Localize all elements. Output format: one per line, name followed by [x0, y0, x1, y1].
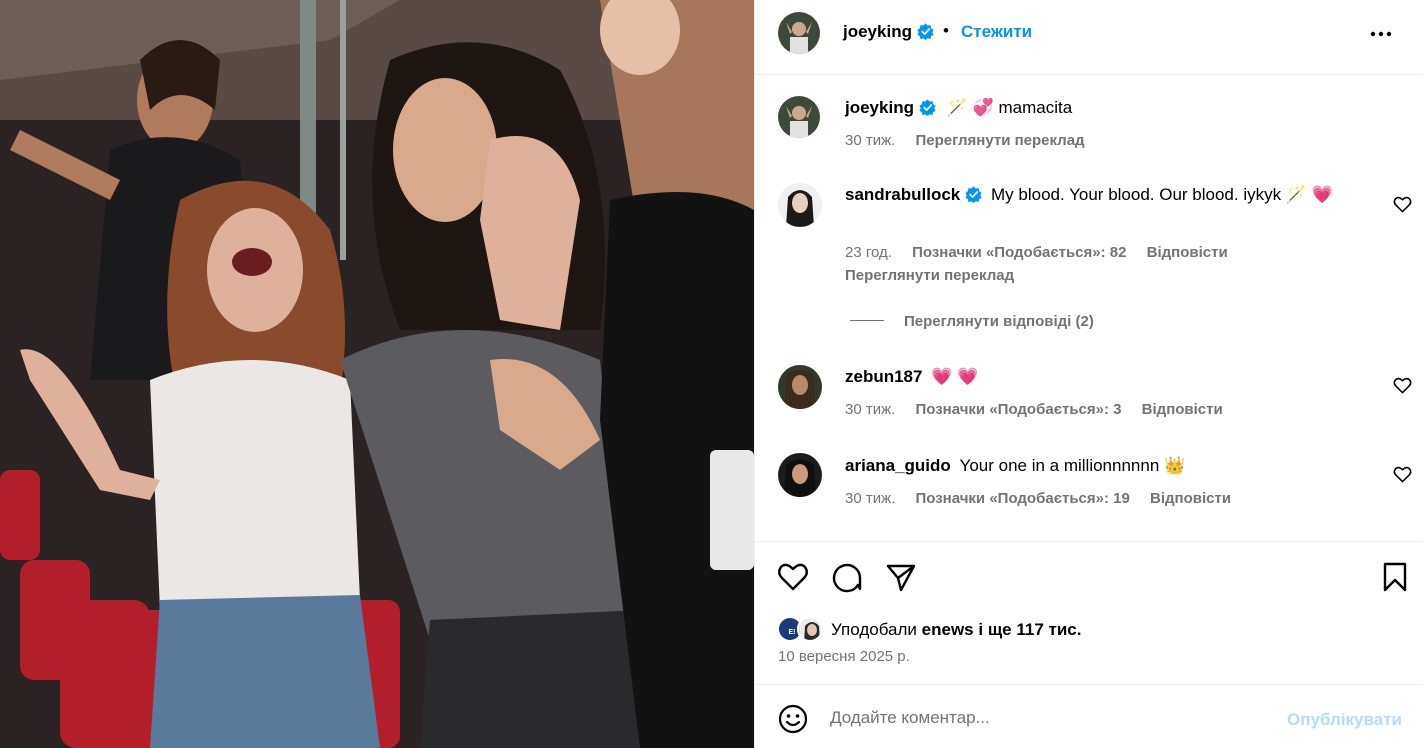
commenter-avatar[interactable] — [778, 453, 822, 497]
post-actions: E! Уподобали enews і ще 117 тис. 10 вере… — [755, 541, 1423, 684]
comment-username[interactable]: sandrabullock — [845, 185, 960, 204]
comment-translate-row: Переглянути переклад — [845, 267, 1030, 284]
verified-badge-icon — [917, 23, 934, 40]
caption-translate-link[interactable]: Переглянути переклад — [915, 132, 1084, 149]
post-date[interactable]: 10 вересня 2025 р. — [778, 648, 910, 665]
comment-username[interactable]: zebun187 — [845, 367, 922, 386]
reply-button[interactable]: Відповісти — [1147, 244, 1228, 261]
author-username: joeyking — [843, 22, 912, 41]
reply-button[interactable]: Відповісти — [1142, 401, 1223, 418]
comment-translate-link[interactable]: Переглянути переклад — [845, 267, 1014, 284]
likes-prefix: Уподобали — [831, 620, 917, 639]
more-options-icon[interactable] — [1369, 22, 1393, 46]
view-replies-label: Переглянути відповіді (2) — [904, 313, 1094, 330]
comment-likes-count[interactable]: Позначки «Подобається»: 82 — [912, 244, 1126, 261]
verified-badge-icon — [965, 186, 982, 203]
author-avatar[interactable] — [778, 96, 820, 138]
caption: joeyking 🪄 💞 mamacita 30 тиж. Переглянут… — [755, 96, 1423, 176]
comment-composer: Опублікувати — [755, 684, 1423, 748]
comment-username[interactable]: ariana_guido — [845, 456, 951, 475]
replies-line — [850, 320, 884, 321]
caption-time: 30 тиж. — [845, 132, 896, 149]
post-details-panel: joeyking • Стежити joeyking 🪄 💞 mamacita… — [754, 0, 1423, 748]
comment-item: ariana_guido Your one in a millionnnnnn … — [755, 453, 1423, 523]
comment-text-line: zebun187 💗 💗 — [845, 365, 1365, 389]
liker-avatar[interactable] — [797, 616, 823, 642]
comment-text: My blood. Your blood. Our blood. iykyk 🪄… — [991, 185, 1333, 204]
follow-button[interactable]: Стежити — [961, 22, 1032, 42]
comment-likes-count[interactable]: Позначки «Подобається»: 19 — [915, 490, 1129, 507]
verified-badge-icon — [919, 99, 936, 116]
likes-text: Уподобали enews і ще 117 тис. — [831, 620, 1081, 640]
comment-text: 💗 💗 — [931, 367, 979, 386]
caption-text-line: joeyking 🪄 💞 mamacita — [845, 96, 1365, 120]
comment-icon[interactable] — [831, 561, 863, 593]
comment-text: Your one in a millionnnnnn 👑 — [959, 456, 1186, 475]
comment-time: 30 тиж. — [845, 401, 896, 418]
commenter-avatar[interactable] — [778, 365, 822, 409]
bookmark-icon[interactable] — [1379, 561, 1411, 593]
caption-text: 🪄 💞 mamacita — [946, 98, 1073, 117]
comment-meta: 30 тиж. Позначки «Подобається»: 3 Відпов… — [845, 401, 1239, 418]
comment-time: 30 тиж. — [845, 490, 896, 507]
view-replies-button[interactable]: Переглянути відповіді (2) — [850, 313, 1094, 330]
post-photo-illustration — [0, 0, 754, 748]
comment-likes-count[interactable]: Позначки «Подобається»: 3 — [915, 401, 1121, 418]
header-separator: • — [943, 21, 949, 40]
comment-like-heart-icon[interactable] — [1393, 195, 1412, 214]
emoji-icon[interactable] — [777, 703, 809, 735]
comment-item: sandrabullock My blood. Your blood. Our … — [755, 183, 1423, 333]
comment-meta: 23 год. Позначки «Подобається»: 82 Відпо… — [845, 244, 1244, 261]
comment-like-heart-icon[interactable] — [1393, 465, 1412, 484]
heart-icon[interactable] — [777, 561, 809, 593]
author-avatar[interactable] — [778, 12, 820, 54]
comment-text-line: sandrabullock My blood. Your blood. Our … — [845, 183, 1365, 207]
comment-like-heart-icon[interactable] — [1393, 376, 1412, 395]
post-photo[interactable] — [0, 0, 754, 748]
share-icon[interactable] — [885, 561, 917, 593]
caption-username[interactable]: joeyking — [845, 98, 914, 117]
likes-user-link[interactable]: enews — [922, 620, 974, 639]
svg-text:E!: E! — [789, 629, 796, 636]
author-username-link[interactable]: joeyking — [843, 22, 934, 42]
commenter-avatar[interactable] — [778, 183, 822, 227]
comment-input[interactable] — [830, 704, 1270, 732]
comment-item: zebun187 💗 💗 30 тиж. Позначки «Подобаєть… — [755, 364, 1423, 434]
comment-time: 23 год. — [845, 244, 892, 261]
comment-text-line: ariana_guido Your one in a millionnnnnn … — [845, 454, 1365, 478]
publish-button[interactable]: Опублікувати — [1287, 710, 1402, 730]
likes-summary: E! Уподобали enews і ще 117 тис. — [777, 614, 1417, 644]
likes-count-link[interactable]: і ще 117 тис. — [978, 620, 1081, 639]
reply-button[interactable]: Відповісти — [1150, 490, 1231, 507]
comments-list[interactable]: joeyking 🪄 💞 mamacita 30 тиж. Переглянут… — [755, 75, 1423, 541]
comment-meta: 30 тиж. Позначки «Подобається»: 19 Відпо… — [845, 490, 1247, 507]
caption-meta: 30 тиж. Переглянути переклад — [845, 132, 1101, 149]
post-header: joeyking • Стежити — [755, 0, 1423, 75]
